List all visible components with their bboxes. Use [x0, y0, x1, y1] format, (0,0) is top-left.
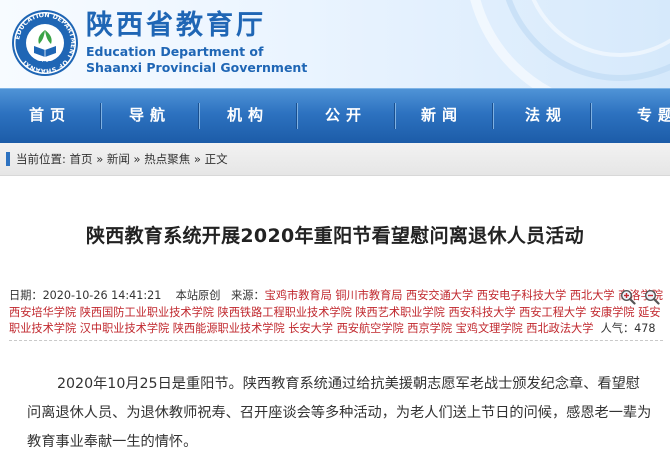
- source-link[interactable]: 陕西铁路工程职业技术学院: [218, 306, 352, 319]
- breadcrumb-news-link[interactable]: 新闻: [107, 152, 130, 166]
- site-title-en: Education Department of Shaanxi Provinci…: [86, 44, 307, 76]
- nav-separator: [590, 103, 592, 129]
- svg-text:EDS: EDS: [39, 61, 51, 67]
- header-decoration: [470, 0, 670, 88]
- breadcrumb-separator: »: [193, 152, 201, 166]
- breadcrumb-prefix: 当前位置:: [16, 152, 66, 166]
- source-link[interactable]: 西安培华学院: [9, 306, 76, 319]
- source-link[interactable]: 陕西能源职业技术学院: [173, 322, 285, 335]
- source-link[interactable]: 宝鸡文理学院: [456, 322, 523, 335]
- article-title: 陕西教育系统开展2020年重阳节看望慰问离退休人员活动: [86, 225, 584, 247]
- source-link[interactable]: 安康学院: [590, 306, 635, 319]
- article-views-label: 人气：: [600, 322, 635, 335]
- page: EDUCATION DEPARTMENT OF SHAANXI EDS 陕西省教…: [0, 0, 670, 467]
- article-source-label: 来源：: [231, 289, 265, 302]
- site-title-cn: 陕西省教育厅: [86, 10, 266, 41]
- breadcrumb-hot-topics-link[interactable]: 热点聚焦: [144, 152, 190, 166]
- article-views: 478: [634, 322, 656, 335]
- breadcrumb-separator: »: [133, 152, 141, 166]
- breadcrumb-current: 正文: [204, 152, 228, 166]
- article-meta: 日期：2020-10-26 14:41:21 本站原创 来源：宝鸡市教育局 铜川…: [9, 288, 663, 341]
- source-link[interactable]: 西安电子科技大学: [477, 289, 567, 302]
- source-link[interactable]: 西京学院: [407, 322, 452, 335]
- nav-item-topics[interactable]: 专题: [608, 89, 670, 143]
- source-link[interactable]: 陕西国防工业职业技术学院: [80, 306, 214, 319]
- breadcrumb: 当前位置: 首页 » 新闻 » 热点聚焦 » 正文: [16, 151, 228, 167]
- source-link[interactable]: 西北大学: [570, 289, 615, 302]
- site-title-en-line2: Shaanxi Provincial Government: [86, 60, 308, 75]
- nav-separator: [492, 103, 494, 129]
- nav-item-regulations[interactable]: 法规: [496, 89, 596, 143]
- article-author: 本站原创: [175, 289, 221, 302]
- nav-item-news[interactable]: 新闻: [392, 89, 492, 143]
- zoom-in-icon[interactable]: [620, 289, 636, 305]
- breadcrumb-marker: [6, 152, 10, 166]
- source-link[interactable]: 陕西艺术职业学院: [355, 306, 445, 319]
- source-link[interactable]: 宝鸡市教育局: [265, 289, 332, 302]
- article-paragraph: 2020年10月25日是重阳节。陕西教育系统通过给抗美援朝志愿军老战士颁发纪念章…: [27, 376, 652, 450]
- site-title-en-line1: Education Department of: [86, 44, 264, 59]
- zoom-out-icon[interactable]: [644, 289, 660, 305]
- breadcrumb-separator: »: [96, 152, 104, 166]
- nav-item-public[interactable]: 公开: [296, 89, 396, 143]
- source-link[interactable]: 汉中职业技术学院: [80, 322, 170, 335]
- main-nav: 首页 导航 机构 公开 新闻 法规 专题: [0, 88, 670, 143]
- source-link[interactable]: 西北政法大学: [526, 322, 593, 335]
- nav-item-home[interactable]: 首页: [0, 89, 100, 143]
- source-link[interactable]: 西安航空学院: [337, 322, 404, 335]
- breadcrumb-home-link[interactable]: 首页: [70, 152, 93, 166]
- nav-item-navigation[interactable]: 导航: [100, 89, 200, 143]
- breadcrumb-bar: 当前位置: 首页 » 新闻 » 热点聚焦 » 正文: [0, 143, 670, 176]
- source-link[interactable]: 西安交通大学: [406, 289, 473, 302]
- source-link[interactable]: 西安工程大学: [519, 306, 586, 319]
- source-link[interactable]: 西安科技大学: [448, 306, 515, 319]
- source-link[interactable]: 铜川市教育局: [335, 289, 402, 302]
- article-date: 日期：2020-10-26 14:41:21: [9, 289, 162, 302]
- nav-item-organization[interactable]: 机构: [198, 89, 298, 143]
- logo-emblem[interactable]: EDUCATION DEPARTMENT OF SHAANXI EDS: [10, 8, 80, 78]
- site-header: EDUCATION DEPARTMENT OF SHAANXI EDS 陕西省教…: [0, 0, 670, 88]
- source-link[interactable]: 长安大学: [288, 322, 333, 335]
